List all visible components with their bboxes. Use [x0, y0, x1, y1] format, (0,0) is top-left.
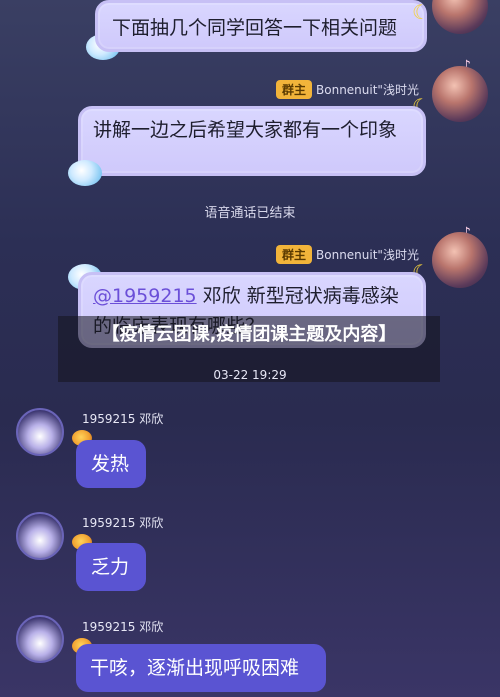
reply-bubble[interactable]: 发热	[76, 440, 146, 488]
sender-name: Bonnenuit"浅时光	[316, 83, 419, 97]
reply-text: 干咳，逐渐出现呼吸困难	[90, 657, 300, 679]
member-avatar[interactable]	[16, 408, 64, 456]
member-name: 1959215 邓欣	[82, 620, 164, 634]
owner-avatar[interactable]	[432, 0, 488, 34]
member-avatar[interactable]	[16, 512, 64, 560]
sender-name: Bonnenuit"浅时光	[316, 248, 419, 262]
mention-link[interactable]: @1959215	[93, 285, 197, 307]
owner-badge: 群主	[276, 245, 313, 264]
reply-text: 发热	[91, 453, 130, 475]
chat-screen: 下面抽几个同学回答一下相关问题 ☾ 群主 Bonnenuit"浅时光 ♪ ☾ 讲…	[0, 0, 500, 697]
reply-bubble[interactable]: 干咳，逐渐出现呼吸困难	[76, 644, 326, 692]
message-text: 下面抽几个同学回答一下相关问题	[112, 17, 398, 39]
member-name: 1959215 邓欣	[82, 516, 164, 530]
message-text: 讲解一边之后希望大家都有一个印象	[93, 119, 398, 141]
sender-row: 群主 Bonnenuit"浅时光	[276, 245, 419, 264]
moon-icon: ☾	[412, 0, 430, 24]
member-name: 1959215 邓欣	[82, 412, 164, 426]
message-timestamp: 03-22 19:29	[213, 368, 287, 382]
overlay-title: 【疫情云团课,疫情团课主题及内容】	[101, 324, 397, 345]
owner-avatar[interactable]	[432, 232, 488, 288]
owner-avatar[interactable]	[432, 66, 488, 122]
sticker-icon	[68, 160, 102, 186]
voice-call-ended-notice: 语音通话已结束	[204, 206, 296, 221]
chat-bubble[interactable]: 下面抽几个同学回答一下相关问题	[95, 0, 427, 52]
sender-row: 群主 Bonnenuit"浅时光	[276, 80, 419, 99]
owner-badge: 群主	[276, 80, 313, 99]
member-avatar[interactable]	[16, 615, 64, 663]
reply-text: 乏力	[91, 556, 130, 578]
reply-bubble[interactable]: 乏力	[76, 543, 146, 591]
chat-bubble[interactable]: 讲解一边之后希望大家都有一个印象	[78, 106, 426, 176]
